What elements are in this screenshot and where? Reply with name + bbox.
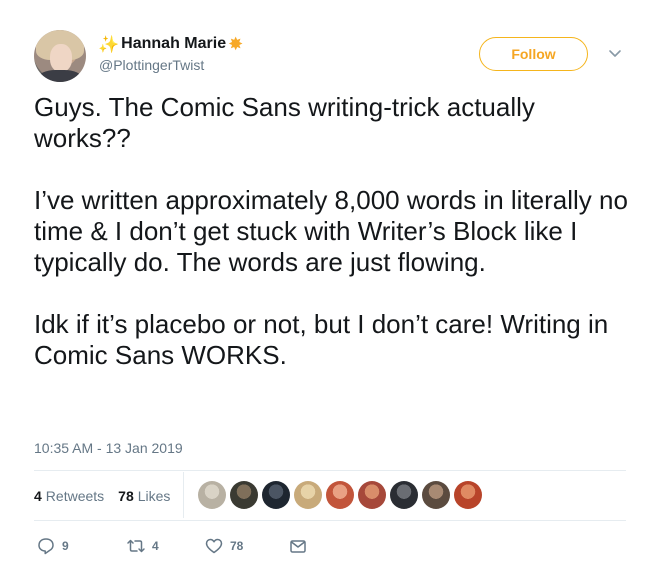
liker-avatar[interactable]: [454, 481, 482, 509]
sparkles-icon: ✨: [98, 34, 120, 54]
liker-avatar[interactable]: [262, 481, 290, 509]
display-name[interactable]: Hannah Marie: [121, 35, 226, 53]
tweet-paragraph: I’ve written approximately 8,000 words i…: [34, 185, 628, 277]
direct-message-button[interactable]: [288, 536, 308, 556]
tweet-text: Guys. The Comic Sans writing-trick actua…: [34, 92, 634, 371]
liker-avatar[interactable]: [326, 481, 354, 509]
retweet-button[interactable]: 4: [126, 536, 159, 556]
chevron-down-icon[interactable]: [608, 46, 622, 60]
retweets-label: Retweets: [45, 488, 105, 504]
avatar[interactable]: [34, 30, 86, 82]
tweet-card: ✨ Hannah Marie ✸ @PlottingerTwist Follow…: [0, 0, 662, 578]
liker-avatar[interactable]: [294, 481, 322, 509]
user-handle[interactable]: @PlottingerTwist: [99, 57, 204, 73]
stats-separator: [183, 472, 184, 518]
reply-button[interactable]: 9: [36, 536, 69, 556]
tweet-paragraph: Guys. The Comic Sans writing-trick actua…: [34, 92, 535, 153]
liker-avatar[interactable]: [198, 481, 226, 509]
liker-avatar[interactable]: [422, 481, 450, 509]
heart-icon: [205, 538, 223, 554]
like-count: 78: [230, 539, 244, 553]
likes-count: 78: [118, 488, 134, 504]
follow-button[interactable]: Follow: [479, 37, 588, 71]
liker-avatar[interactable]: [230, 481, 258, 509]
reply-icon: [38, 538, 54, 555]
envelope-icon: [290, 540, 306, 553]
tweet-paragraph: Idk if it’s placebo or not, but I don’t …: [34, 309, 609, 370]
sun-star-icon: ✸: [228, 34, 244, 54]
display-name-row[interactable]: ✨ Hannah Marie ✸: [98, 34, 243, 54]
tweet-stats: 4 Retweets 78 Likes: [34, 486, 184, 506]
divider: [34, 520, 626, 521]
likes-label: Likes: [137, 488, 171, 504]
retweets-stat[interactable]: 4 Retweets: [34, 488, 104, 504]
reply-count: 9: [62, 539, 69, 553]
liker-avatar[interactable]: [358, 481, 386, 509]
like-button[interactable]: 78: [204, 536, 243, 556]
likes-stat[interactable]: 78 Likes: [118, 488, 170, 504]
retweet-count: 4: [152, 539, 159, 553]
liker-avatars: [198, 481, 482, 509]
retweets-count: 4: [34, 488, 42, 504]
liker-avatar[interactable]: [390, 481, 418, 509]
tweet-timestamp[interactable]: 10:35 AM - 13 Jan 2019: [34, 440, 183, 456]
retweet-icon: [127, 539, 145, 553]
divider: [34, 470, 626, 471]
